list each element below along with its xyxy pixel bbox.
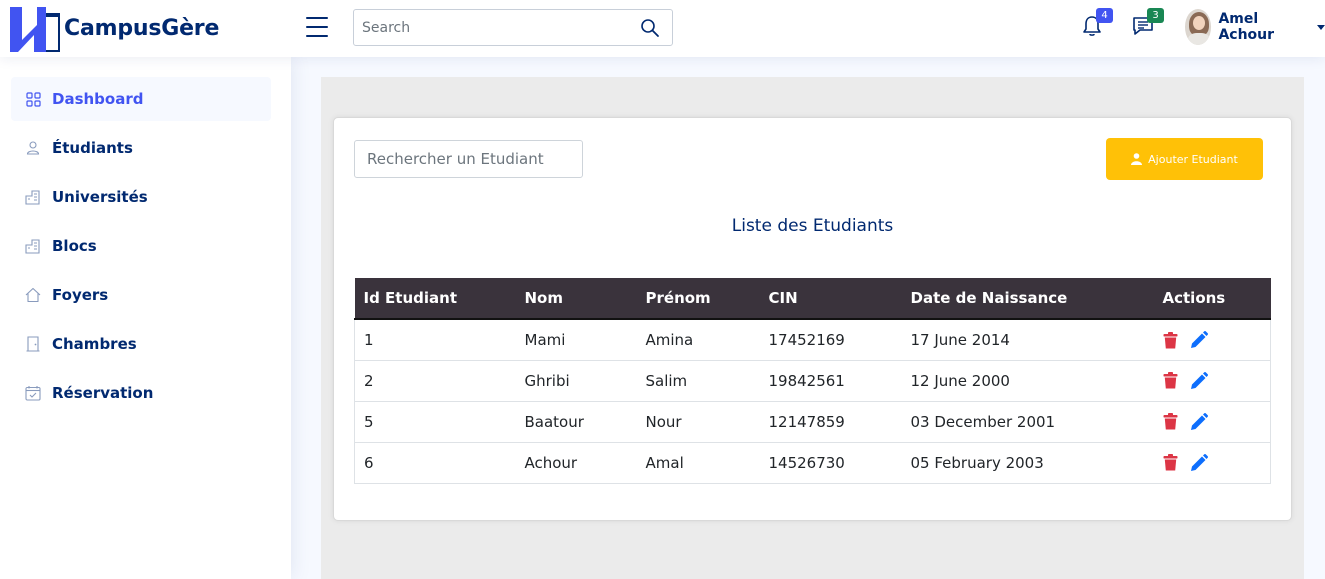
sidebar-item-foyers[interactable]: Foyers (11, 273, 271, 317)
sidebar-item-label: Universités (52, 188, 148, 206)
profile-dropdown[interactable]: Amel Achour (1185, 9, 1325, 45)
student-search (354, 140, 583, 178)
edit-pencil-icon[interactable] (1190, 412, 1208, 431)
table-row: 5 Baatour Nour 12147859 03 December 2001 (354, 400, 1271, 442)
person-icon (25, 140, 41, 156)
edit-pencil-icon[interactable] (1190, 453, 1208, 472)
cell-prenom: Amina (636, 318, 760, 360)
messages-badge: 3 (1147, 8, 1164, 23)
cell-date: 03 December 2001 (901, 400, 1154, 442)
sidebar-item-universites[interactable]: Universités (11, 175, 271, 219)
cell-prenom: Amal (636, 441, 760, 484)
person-fill-icon (1131, 153, 1143, 165)
cell-nom: Mami (515, 318, 637, 360)
delete-icon[interactable] (1163, 454, 1178, 471)
column-header[interactable]: Date de Naissance (901, 278, 1154, 320)
brand-logo[interactable]: CampusGère (10, 5, 219, 52)
page-title: Liste des Etudiants (731, 216, 894, 236)
notifications-badge: 4 (1096, 8, 1113, 23)
edit-pencil-icon[interactable] (1190, 331, 1208, 349)
building-icon (25, 189, 41, 205)
cell-id: 1 (354, 318, 516, 360)
cell-nom: Achour (515, 441, 637, 484)
brand-name: CampusGère (64, 16, 220, 41)
sidebar: Dashboard Étudiants Universités Blocs Fo… (0, 57, 291, 579)
cell-id: 5 (354, 400, 516, 442)
sidebar-item-label: Chambres (52, 335, 137, 353)
chevron-down-icon (1317, 24, 1325, 30)
cell-cin: 12147859 (759, 400, 902, 442)
sidebar-item-etudiants[interactable]: Étudiants (11, 126, 271, 170)
cell-actions (1153, 400, 1271, 442)
cell-cin: 17452169 (759, 318, 902, 360)
cell-actions (1153, 318, 1271, 360)
calendar-check-icon (25, 385, 41, 401)
user-name: Amel Achour (1218, 11, 1275, 43)
column-header[interactable]: Nom (515, 278, 637, 320)
sidebar-item-label: Réservation (52, 384, 154, 402)
search-icon[interactable] (640, 18, 660, 38)
cell-prenom: Salim (636, 359, 760, 401)
top-header: CampusGère 4 3 Amel Achour (0, 0, 1325, 57)
column-header[interactable]: Prénom (636, 278, 760, 320)
sidebar-item-label: Foyers (52, 286, 109, 304)
menu-toggle-icon[interactable] (306, 17, 328, 37)
cell-cin: 14526730 (759, 441, 902, 484)
messages-button[interactable]: 3 (1131, 8, 1164, 40)
cell-date: 17 June 2014 (901, 318, 1154, 360)
column-header[interactable]: CIN (759, 278, 902, 320)
students-card: Ajouter Etudiant Liste des Etudiants Id … (333, 117, 1292, 521)
cell-actions (1153, 441, 1271, 484)
notifications-button[interactable]: 4 (1080, 8, 1113, 40)
sidebar-item-dashboard[interactable]: Dashboard (11, 77, 271, 121)
delete-icon[interactable] (1163, 413, 1178, 430)
add-student-button[interactable]: Ajouter Etudiant (1106, 138, 1263, 180)
cell-nom: Baatour (515, 400, 637, 442)
search-input[interactable] (354, 10, 624, 45)
house-icon (25, 287, 41, 303)
add-student-label: Ajouter Etudiant (1148, 152, 1238, 166)
sidebar-item-label: Étudiants (52, 139, 133, 157)
edit-pencil-icon[interactable] (1190, 371, 1208, 390)
cell-cin: 19842561 (759, 359, 902, 401)
sidebar-item-reservation[interactable]: Réservation (11, 371, 271, 415)
column-header[interactable]: Id Etudiant (354, 278, 516, 320)
cell-date: 12 June 2000 (901, 359, 1154, 401)
building-icon (25, 238, 41, 254)
cell-date: 05 February 2003 (901, 441, 1154, 484)
cell-prenom: Nour (636, 400, 760, 442)
table-row: 2 Ghribi Salim 19842561 12 June 2000 (354, 359, 1271, 401)
column-header: Actions (1153, 278, 1271, 320)
delete-icon[interactable] (1163, 331, 1178, 349)
cell-id: 6 (354, 441, 516, 484)
cell-actions (1153, 359, 1271, 401)
sidebar-item-label: Blocs (52, 237, 97, 255)
table-header-row: Id Etudiant Nom Prénom CIN Date de Naiss… (354, 278, 1271, 320)
header-search (353, 9, 673, 46)
sidebar-item-blocs[interactable]: Blocs (11, 224, 271, 268)
table-row: 1 Mami Amina 17452169 17 June 2014 (354, 318, 1271, 360)
sidebar-item-label: Dashboard (52, 90, 144, 108)
delete-icon[interactable] (1163, 372, 1178, 389)
students-table: Id Etudiant Nom Prénom CIN Date de Naiss… (354, 278, 1271, 484)
avatar (1185, 9, 1212, 45)
door-icon (25, 336, 41, 352)
cell-nom: Ghribi (515, 359, 637, 401)
cell-id: 2 (354, 359, 516, 401)
sidebar-item-chambres[interactable]: Chambres (11, 322, 271, 366)
grid-icon (25, 91, 41, 107)
student-search-input[interactable] (355, 141, 582, 177)
logo-icon (10, 7, 60, 52)
table-row: 6 Achour Amal 14526730 05 February 2003 (354, 441, 1271, 484)
